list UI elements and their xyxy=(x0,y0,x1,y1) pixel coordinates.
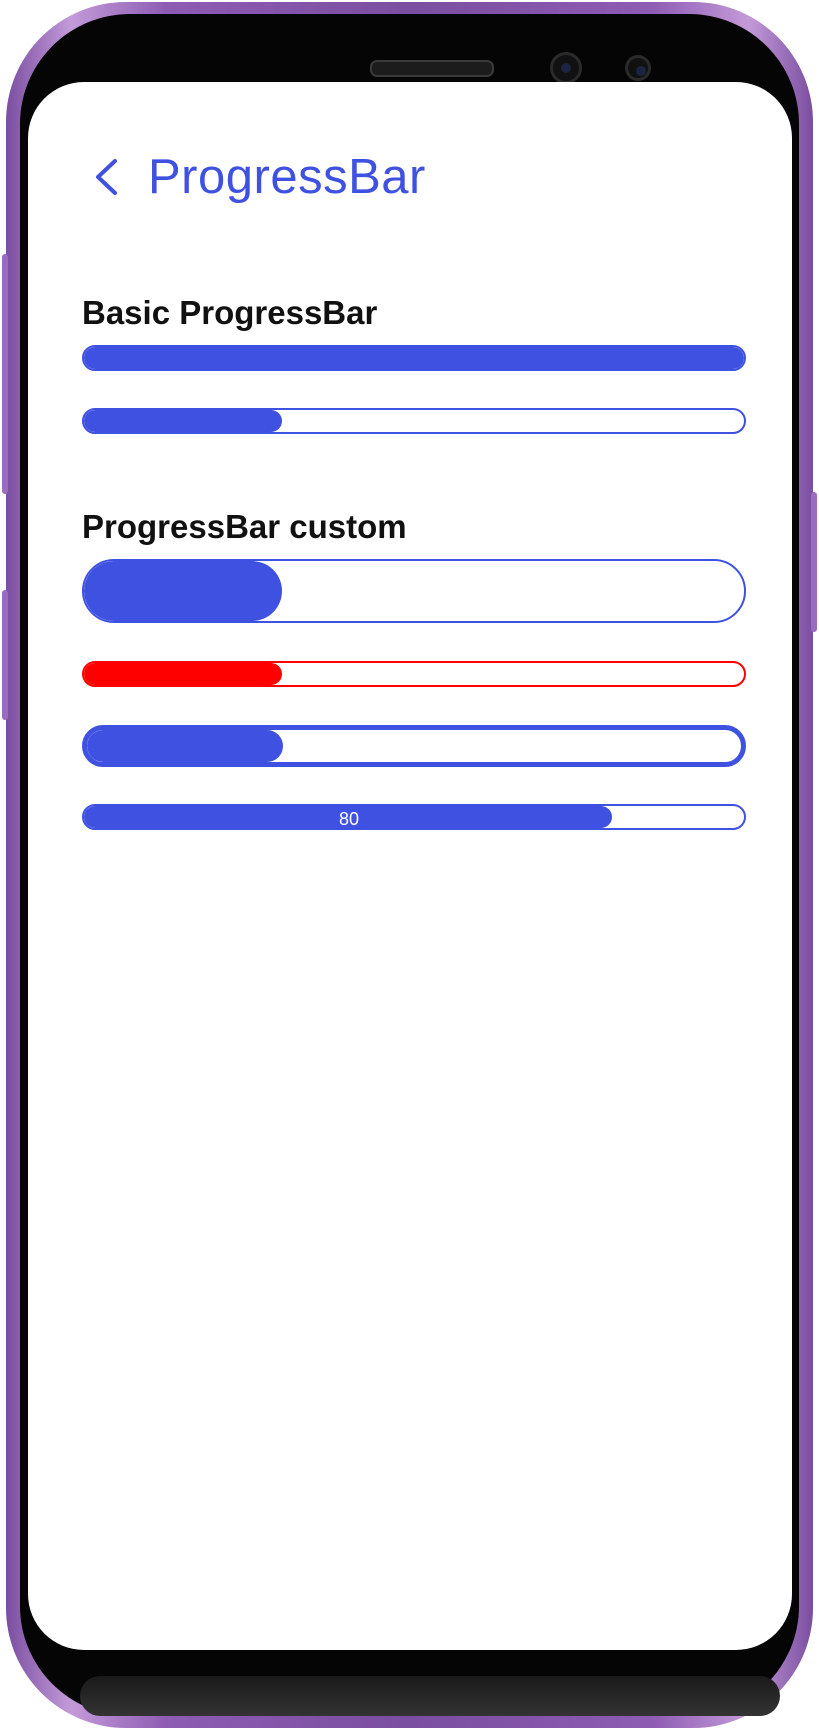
page-title: ProgressBar xyxy=(148,150,426,204)
progress-bar-custom-thick xyxy=(82,559,746,623)
section-title-custom: ProgressBar custom xyxy=(82,508,407,545)
progress-fill xyxy=(84,410,282,432)
front-camera-icon xyxy=(550,52,582,84)
progress-fill xyxy=(84,561,282,621)
progress-bar-basic-full xyxy=(82,345,746,371)
earpiece-speaker xyxy=(370,60,494,77)
progress-bar-custom-labeled: 80 xyxy=(82,804,746,830)
volume-button xyxy=(2,254,8,494)
phone-bottom-chin xyxy=(80,1676,780,1716)
app-header: ProgressBar xyxy=(86,142,426,212)
progress-fill xyxy=(84,663,282,685)
progress-fill xyxy=(84,347,744,369)
progress-bar-custom-outlined xyxy=(82,725,746,767)
progress-value-label: 80 xyxy=(338,809,360,829)
app-screen: ProgressBar Basic ProgressBar ProgressBa… xyxy=(28,82,792,1650)
chevron-left-icon[interactable] xyxy=(86,157,126,197)
bixby-button xyxy=(2,590,8,720)
power-button xyxy=(811,492,817,632)
sensor-icon xyxy=(625,55,651,81)
progress-fill xyxy=(87,730,284,762)
section-title-basic: Basic ProgressBar xyxy=(82,294,378,331)
progress-bar-custom-red xyxy=(82,661,746,687)
progress-bar-basic-partial xyxy=(82,408,746,434)
